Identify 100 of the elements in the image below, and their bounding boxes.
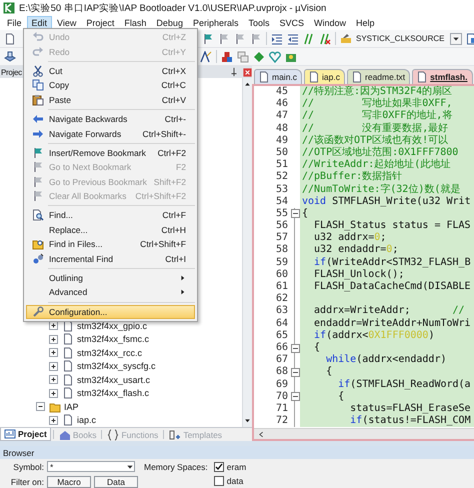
- collapse-icon[interactable]: [290, 392, 300, 402]
- scrollbar[interactable]: [242, 78, 252, 427]
- checkbox[interactable]: [214, 476, 224, 486]
- scissors-icon: [32, 64, 44, 77]
- line-number: 60: [274, 268, 289, 281]
- flag-icon[interactable]: [202, 32, 214, 44]
- filter-button[interactable]: Data: [94, 476, 138, 488]
- tree-item[interactable]: stm32f4xx_gpio.c: [77, 320, 148, 331]
- expand-icon[interactable]: [48, 320, 59, 332]
- collapse-icon[interactable]: [290, 209, 300, 218]
- collapse-icon[interactable]: [290, 344, 300, 353]
- line-number: 52: [274, 171, 289, 184]
- indent-icon[interactable]: [271, 32, 283, 44]
- new-file-icon[interactable]: [4, 32, 16, 44]
- file-icon: [62, 346, 74, 359]
- panel-title: Browser: [3, 448, 34, 458]
- scrollbar[interactable]: [254, 428, 474, 439]
- file-tab[interactable]: stmflash.: [412, 69, 472, 84]
- symbol-field[interactable]: *: [47, 461, 135, 472]
- filter-button[interactable]: Macro: [47, 476, 91, 488]
- tree-item[interactable]: IAP: [64, 402, 79, 412]
- caret-icon: [126, 462, 134, 470]
- uncomment-icon[interactable]: [319, 32, 331, 44]
- menu-item[interactable]: Copy Ctrl+C: [26, 78, 195, 93]
- menu-bar-item[interactable]: Debug: [151, 16, 188, 30]
- outdent-icon[interactable]: [287, 32, 299, 44]
- flag-icon[interactable]: [234, 32, 246, 44]
- caret-icon: [452, 34, 460, 42]
- tree-item[interactable]: stm32f4xx_flash.c: [77, 388, 150, 398]
- line-number: 49: [274, 134, 289, 147]
- menu-bar-item[interactable]: SVCS: [274, 16, 310, 30]
- line-number: 65: [274, 330, 289, 342]
- flag-icon[interactable]: [250, 32, 262, 44]
- diamond-icon[interactable]: [253, 50, 265, 62]
- file-tab[interactable]: readme.txt: [347, 69, 410, 84]
- checkbox-label: eram: [226, 462, 246, 472]
- menu-bar-item[interactable]: Project: [81, 16, 120, 30]
- menu-item[interactable]: Paste Ctrl+V: [26, 92, 195, 107]
- windows-icon[interactable]: [237, 50, 249, 62]
- menu-item[interactable]: Find... Ctrl+F: [26, 208, 195, 223]
- expand-icon[interactable]: [48, 347, 59, 358]
- file-tab[interactable]: main.c: [254, 69, 302, 84]
- menu-item[interactable]: Advanced: [26, 285, 195, 300]
- tree-item[interactable]: iap.c: [77, 415, 96, 426]
- file-icon: [62, 374, 74, 386]
- flag-icon: [32, 190, 44, 202]
- menu-item[interactable]: Navigate Backwards Ctrl+-: [26, 112, 195, 126]
- line-number: 56: [274, 220, 289, 232]
- line-number: 58: [274, 244, 289, 257]
- down-arrow-icon: [244, 417, 251, 424]
- menu-bar-item[interactable]: Tools: [243, 16, 274, 30]
- left-arrow-icon: [32, 113, 44, 126]
- tree-item[interactable]: stm32f4xx_fsmc.c: [77, 334, 150, 344]
- wand-icon[interactable]: [200, 50, 212, 62]
- expand-icon[interactable]: [48, 374, 59, 386]
- template-icon: [169, 428, 182, 440]
- collapse-icon[interactable]: [290, 368, 300, 377]
- menu-item[interactable]: Cut Ctrl+X: [26, 64, 195, 78]
- menu-bar-item[interactable]: Peripherals: [188, 16, 244, 30]
- comment-icon[interactable]: [303, 32, 315, 44]
- expand-icon[interactable]: [48, 388, 59, 399]
- tree-item[interactable]: stm32f4xx_usart.c: [77, 374, 150, 385]
- line-number: 51: [274, 159, 289, 172]
- menu-item[interactable]: Navigate Forwards Ctrl+Shift+-: [26, 126, 195, 141]
- menu-bar-item[interactable]: Flash: [119, 16, 152, 30]
- tree-item[interactable]: stm32f4xx_syscfg.c: [77, 361, 156, 372]
- menu-bar-item[interactable]: Help: [351, 16, 380, 30]
- menu-item[interactable]: Incremental Find Ctrl+I: [26, 251, 195, 266]
- right-arrow-icon: [32, 128, 44, 140]
- menu-item[interactable]: Outlining: [26, 270, 195, 286]
- search-icon: [32, 209, 44, 222]
- load-icon[interactable]: [4, 50, 16, 62]
- undo-icon: [32, 31, 44, 44]
- pencil-icon[interactable]: [340, 32, 352, 44]
- menu-item[interactable]: Find in Files... Ctrl+Shift+F: [26, 237, 195, 252]
- folder-icon: [49, 400, 61, 413]
- menu-item[interactable]: Insert/Remove Bookmark Ctrl+F2: [26, 146, 195, 160]
- checkbox[interactable]: [214, 462, 224, 472]
- blocks-icon[interactable]: [221, 50, 233, 62]
- file-icon: [62, 360, 74, 372]
- menu-bar-item[interactable]: File: [2, 16, 27, 30]
- pin-icon[interactable]: [229, 67, 239, 77]
- menu-bar-item[interactable]: Window: [309, 16, 352, 30]
- code-editor[interactable]: [252, 84, 474, 441]
- line-number: 55: [274, 208, 289, 220]
- dropdown-button[interactable]: [450, 32, 462, 44]
- panel-tab[interactable]: Project: [0, 428, 51, 441]
- expand-icon[interactable]: [48, 360, 59, 372]
- menu-item[interactable]: Configuration...: [26, 304, 195, 320]
- menu-bar-item[interactable]: View: [52, 16, 82, 30]
- symbol-combo[interactable]: SYSTICK_CLKSOURCE: [356, 34, 444, 43]
- expand-icon[interactable]: [48, 414, 59, 426]
- close-icon[interactable]: [243, 68, 252, 76]
- heart-icon[interactable]: [269, 50, 281, 62]
- expand-icon[interactable]: [48, 334, 59, 345]
- collapse-icon[interactable]: [35, 401, 46, 412]
- file-tab[interactable]: iap.c: [304, 69, 346, 84]
- flag-icon[interactable]: [218, 32, 230, 44]
- menu-item[interactable]: Replace... Ctrl+H: [26, 222, 195, 238]
- tree-item[interactable]: stm32f4xx_rcc.c: [77, 348, 142, 358]
